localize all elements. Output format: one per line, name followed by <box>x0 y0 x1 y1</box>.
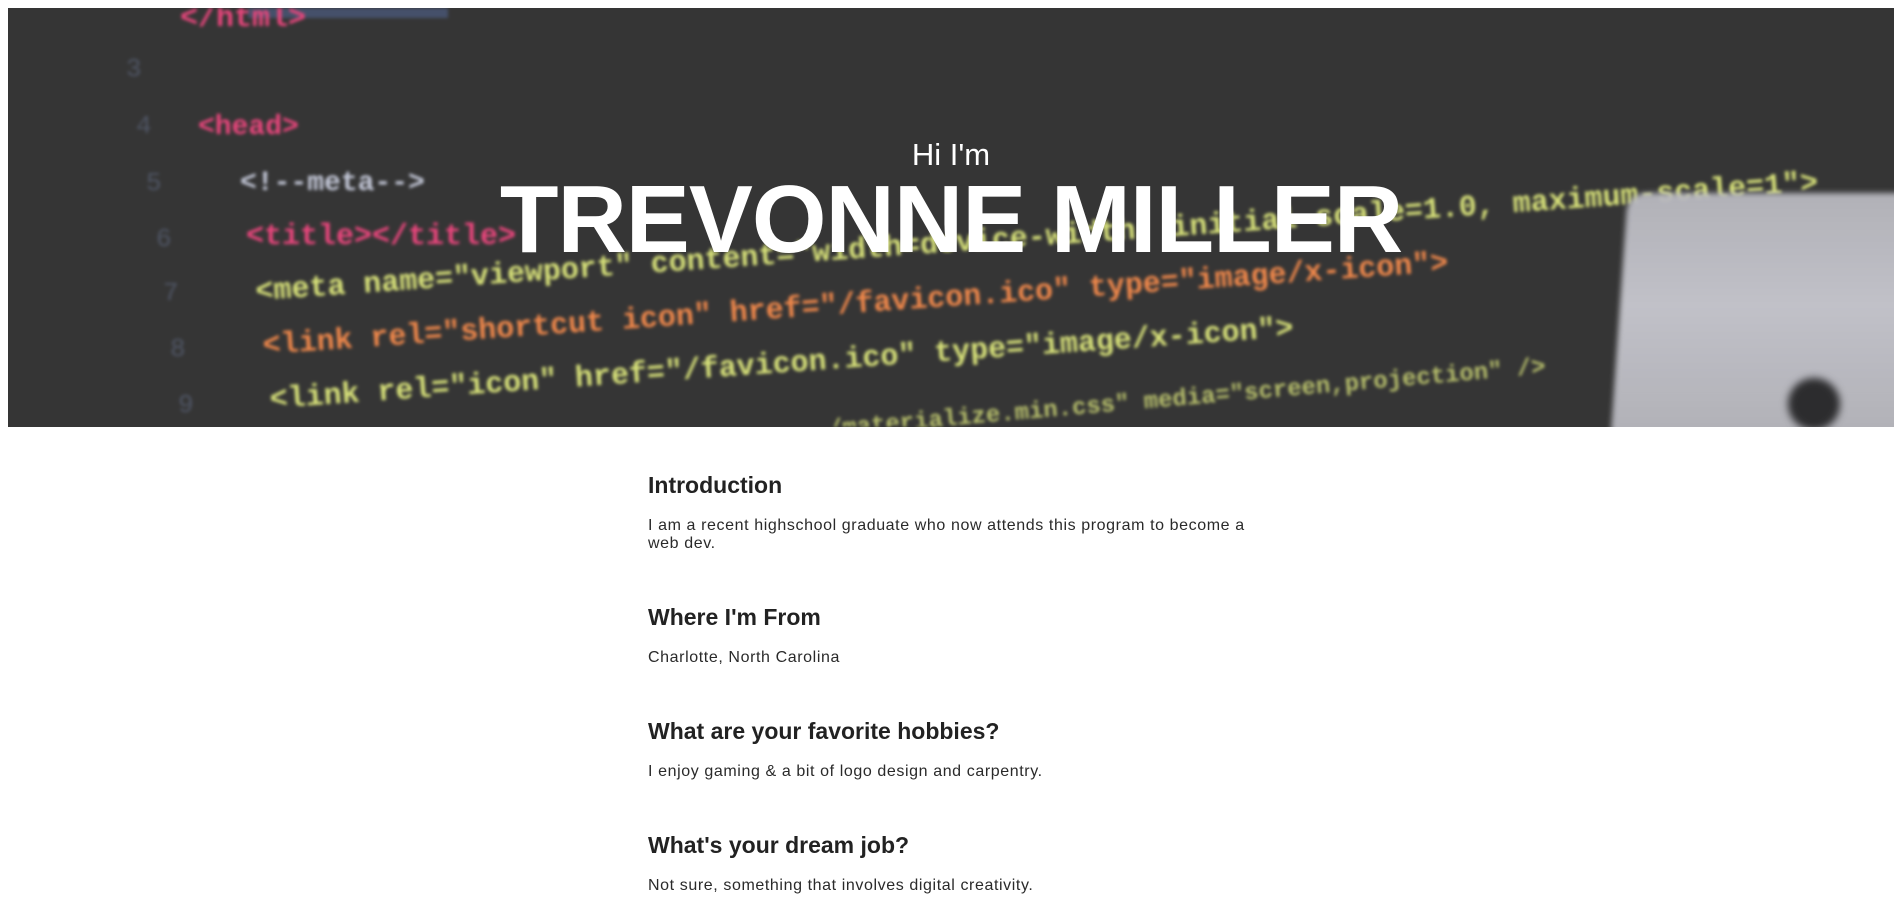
section-hobbies: What are your favorite hobbies? I enjoy … <box>648 716 1043 781</box>
section-heading: Introduction <box>648 472 783 498</box>
section-body: Charlotte, North Carolina <box>648 649 840 666</box>
section-body: I am a recent highschool graduate who no… <box>648 517 1245 552</box>
section-heading: Where I'm From <box>648 604 821 630</box>
section-heading: What are your favorite hobbies? <box>648 718 1000 744</box>
hero-name: TREVONNE MILLER <box>499 166 1403 273</box>
section-dream-job: What's your dream job? Not sure, somethi… <box>648 830 1033 895</box>
section-body: Not sure, something that involves digita… <box>648 877 1034 894</box>
page: 3 4 5 6 7 8 9 </html> <head> <!--meta-->… <box>0 0 1903 912</box>
section-where-from: Where I'm From Charlotte, North Carolina <box>648 602 840 667</box>
section-heading: What's your dream job? <box>648 832 910 858</box>
section-introduction: Introduction I am a recent highschool gr… <box>648 470 1258 553</box>
section-body: I enjoy gaming & a bit of logo design an… <box>648 763 1043 780</box>
hero-content: Hi I'm TREVONNE MILLER <box>8 8 1894 427</box>
hero-banner: 3 4 5 6 7 8 9 </html> <head> <!--meta-->… <box>8 8 1894 427</box>
